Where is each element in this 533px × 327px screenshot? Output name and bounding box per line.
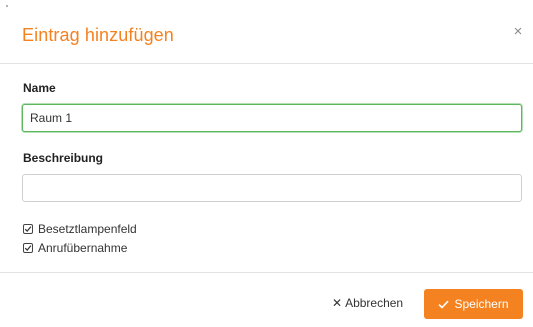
check-icon <box>438 300 450 309</box>
checkbox-label-besetztlampenfeld: Besetztlampenfeld <box>38 222 137 236</box>
checkmark-icon <box>24 226 32 232</box>
description-input[interactable] <box>22 174 522 202</box>
header-divider <box>0 63 533 64</box>
x-icon: ✕ <box>332 296 343 310</box>
close-button[interactable]: × <box>509 23 527 41</box>
checkbox-row-anrufuebernahme[interactable]: Anrufübernahme <box>23 241 127 255</box>
checkmark-icon <box>24 245 32 251</box>
cancel-button[interactable]: ✕ Abbrechen <box>332 289 403 317</box>
dialog-title: Eintrag hinzufügen <box>22 25 174 45</box>
footer-divider <box>0 272 533 273</box>
close-icon[interactable]: × <box>514 23 523 40</box>
name-label: Name <box>23 81 56 95</box>
cancel-button-label: Abbrechen <box>345 296 404 310</box>
save-button-label: Speichern <box>454 297 509 311</box>
checkbox-label-anrufuebernahme: Anrufübernahme <box>38 241 128 255</box>
checkbox-anrufuebernahme[interactable] <box>23 243 33 253</box>
checkbox-row-besetztlampenfeld[interactable]: Besetztlampenfeld <box>23 222 137 236</box>
dialog-header: Eintrag hinzufügen × <box>0 0 533 63</box>
name-input[interactable] <box>22 104 522 132</box>
description-label: Beschreibung <box>23 151 104 165</box>
save-button[interactable]: Speichern <box>424 289 523 319</box>
checkbox-besetztlampenfeld[interactable] <box>23 224 33 234</box>
